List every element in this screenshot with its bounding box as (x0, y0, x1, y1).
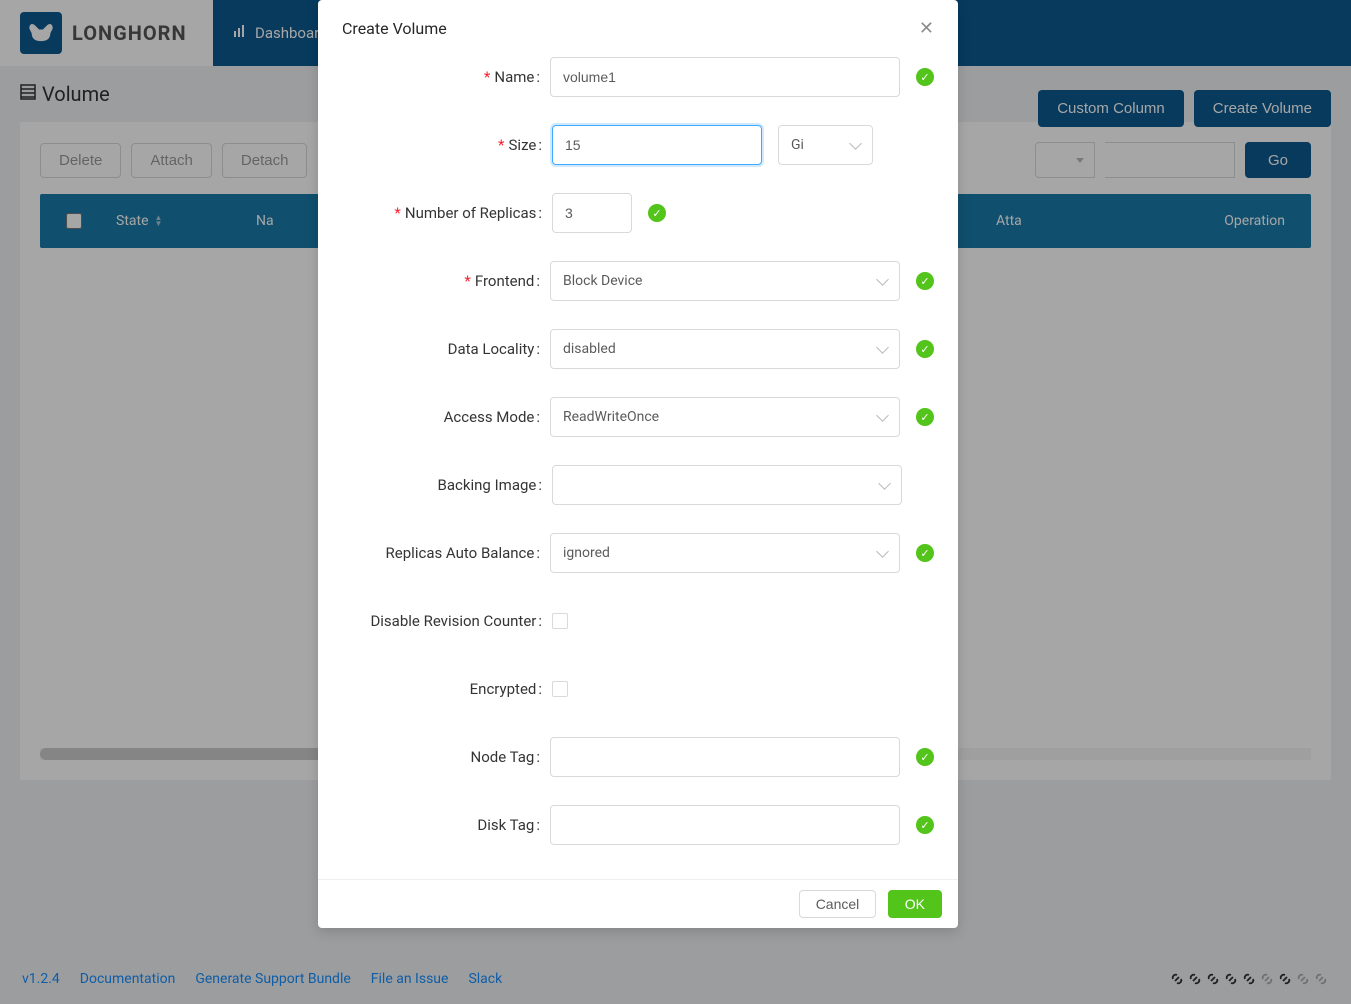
label-encrypted: Encrypted (342, 680, 552, 698)
label-frontend: Frontend (342, 272, 550, 290)
modal-body: Name ✓ Size Gi Number of Replicas ✓ Fron… (318, 57, 958, 879)
check-icon: ✓ (648, 204, 666, 222)
row-access-mode: Access Mode ReadWriteOnce ✓ (342, 397, 934, 437)
row-size: Size Gi (342, 125, 934, 165)
row-node-tag: Node Tag ✓ (342, 737, 934, 777)
encrypted-checkbox[interactable] (552, 681, 568, 697)
auto-balance-select[interactable]: ignored (550, 533, 900, 573)
frontend-select[interactable]: Block Device (550, 261, 900, 301)
check-icon: ✓ (916, 544, 934, 562)
check-icon: ✓ (916, 816, 934, 834)
data-locality-select[interactable]: disabled (550, 329, 900, 369)
row-encrypted: Encrypted (342, 669, 934, 709)
check-icon: ✓ (916, 408, 934, 426)
replicas-input[interactable] (552, 193, 632, 233)
ok-button[interactable]: OK (888, 890, 942, 918)
revision-counter-checkbox[interactable] (552, 613, 568, 629)
disk-tag-input[interactable] (550, 805, 900, 845)
label-backing-image: Backing Image (342, 476, 552, 494)
label-auto-balance: Replicas Auto Balance (342, 544, 550, 562)
row-name: Name ✓ (342, 57, 934, 97)
label-name: Name (342, 68, 550, 86)
label-node-tag: Node Tag (342, 748, 550, 766)
modal-header: Create Volume ✕ (318, 0, 958, 57)
row-backing-image: Backing Image (342, 465, 934, 505)
close-icon[interactable]: ✕ (919, 18, 934, 39)
row-disk-tag: Disk Tag ✓ (342, 805, 934, 845)
size-input[interactable] (552, 125, 762, 165)
check-icon: ✓ (916, 272, 934, 290)
label-replicas: Number of Replicas (342, 204, 552, 222)
row-replicas: Number of Replicas ✓ (342, 193, 934, 233)
access-mode-select[interactable]: ReadWriteOnce (550, 397, 900, 437)
modal-footer: Cancel OK (318, 879, 958, 928)
check-icon: ✓ (916, 748, 934, 766)
create-volume-modal: Create Volume ✕ Name ✓ Size Gi Number of… (318, 0, 958, 928)
modal-title: Create Volume (342, 19, 447, 38)
check-icon: ✓ (916, 68, 934, 86)
row-frontend: Frontend Block Device ✓ (342, 261, 934, 301)
label-data-locality: Data Locality (342, 340, 550, 358)
node-tag-input[interactable] (550, 737, 900, 777)
row-revision-counter: Disable Revision Counter (342, 601, 934, 641)
label-revision-counter: Disable Revision Counter (342, 612, 552, 630)
check-icon: ✓ (916, 340, 934, 358)
label-access-mode: Access Mode (342, 408, 550, 426)
cancel-button[interactable]: Cancel (799, 890, 877, 918)
row-auto-balance: Replicas Auto Balance ignored ✓ (342, 533, 934, 573)
label-size: Size (342, 136, 552, 154)
size-unit-select[interactable]: Gi (778, 125, 873, 165)
label-disk-tag: Disk Tag (342, 816, 550, 834)
backing-image-select[interactable] (552, 465, 902, 505)
row-data-locality: Data Locality disabled ✓ (342, 329, 934, 369)
name-input[interactable] (550, 57, 900, 97)
